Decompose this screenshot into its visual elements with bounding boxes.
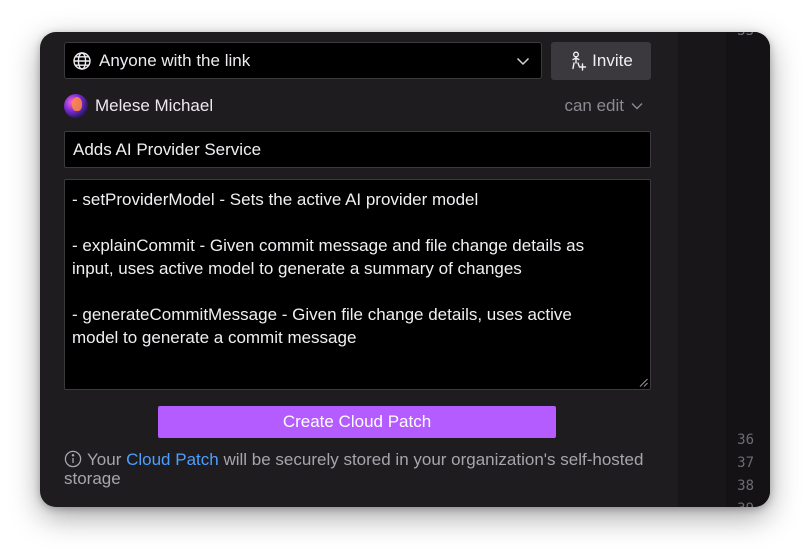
line-number: 33: [724, 32, 754, 43]
link-access-label: Anyone with the link: [99, 50, 251, 70]
description-blank-line: [72, 280, 643, 303]
link-access-dropdown[interactable]: Anyone with the link: [64, 42, 542, 79]
permission-dropdown[interactable]: can edit: [564, 96, 644, 116]
person-add-icon: [572, 51, 587, 71]
description-blank-line: [72, 211, 643, 234]
resize-handle-icon[interactable]: [639, 378, 648, 387]
description-line: model to generate a commit message: [72, 328, 357, 347]
line-number: 37: [737, 455, 754, 471]
share-panel-window: 33 36 37 38 39 Anyone with the link Invi…: [40, 32, 770, 507]
description-line: - explainCommit - Given commit message a…: [72, 236, 585, 255]
line-number: 36: [737, 432, 754, 448]
info-icon: [64, 450, 82, 468]
create-cloud-patch-button[interactable]: Create Cloud Patch: [158, 406, 556, 438]
invite-label: Invite: [592, 51, 633, 70]
description-line: input, uses active model to generate a s…: [72, 259, 522, 278]
globe-icon: [73, 51, 91, 70]
collaborator-row: Melese Michael can edit: [64, 92, 644, 120]
editor-gutter: 33 36 37 38 39: [678, 32, 770, 507]
permission-label: can edit: [564, 96, 624, 115]
description-line: - setProviderModel - Sets the active AI …: [72, 190, 479, 209]
chevron-down-icon: [516, 57, 530, 65]
storage-info-note: Your Cloud Patch will be securely stored…: [64, 450, 654, 488]
collaborator-name: Melese Michael: [95, 96, 214, 115]
patch-description-textarea[interactable]: - setProviderModel - Sets the active AI …: [64, 179, 651, 390]
note-prefix: Your: [87, 450, 122, 469]
description-line: - generateCommitMessage - Given file cha…: [72, 305, 572, 324]
cloud-patch-link[interactable]: Cloud Patch: [126, 450, 219, 469]
line-number: 38: [737, 478, 754, 494]
chevron-down-icon: [631, 103, 643, 110]
avatar: [64, 94, 88, 118]
patch-title-input[interactable]: [64, 131, 651, 168]
invite-button[interactable]: Invite: [551, 42, 651, 80]
line-number: 39: [724, 498, 754, 507]
